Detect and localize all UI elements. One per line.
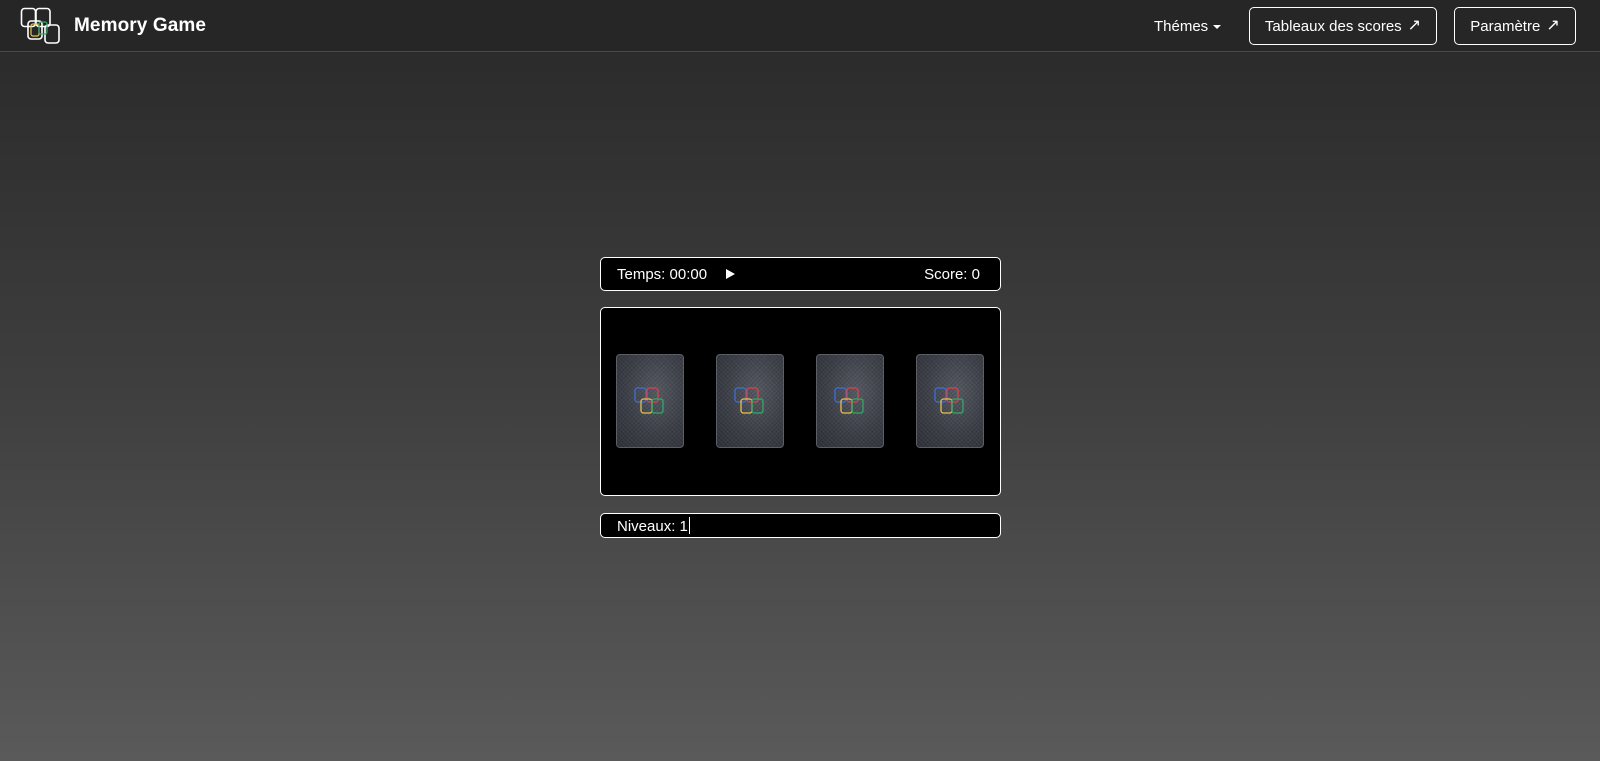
game-board	[600, 307, 1001, 496]
timer-label: Temps: 00:00	[617, 266, 708, 283]
scoreboard-label: Tableaux des scores	[1264, 17, 1402, 35]
settings-button[interactable]: Paramètre ↗	[1454, 7, 1576, 45]
score-label: Score: 0	[924, 266, 980, 283]
card-back-icon	[634, 387, 664, 414]
themes-dropdown[interactable]: Thémes	[1154, 15, 1222, 37]
card-back-icon	[934, 387, 964, 414]
brand-link[interactable]: Memory Game	[20, 7, 206, 45]
external-link-icon: ↗	[1546, 17, 1560, 34]
status-bar: Temps: 00:00 Score: 0	[600, 257, 1001, 291]
memory-card[interactable]	[916, 354, 984, 448]
themes-label: Thémes	[1154, 17, 1209, 35]
card-back-icon	[734, 387, 764, 414]
scoreboard-button[interactable]: Tableaux des scores ↗	[1249, 7, 1437, 45]
level-bar: Niveaux: 1	[600, 513, 1001, 538]
external-link-icon: ↗	[1407, 17, 1422, 34]
level-text: Niveaux: 1	[617, 518, 688, 535]
memory-card[interactable]	[816, 354, 884, 448]
navbar: Memory Game Thémes Tableaux des scores ↗…	[0, 0, 1600, 52]
settings-label: Paramètre	[1470, 17, 1541, 35]
brand-title: Memory Game	[74, 15, 207, 36]
text-cursor	[688, 517, 690, 534]
caret-down-icon	[1213, 25, 1222, 29]
level-label: Niveaux: 1	[617, 517, 690, 535]
cards-logo-icon	[20, 7, 60, 44]
memory-card[interactable]	[616, 354, 684, 448]
play-icon[interactable]	[726, 269, 735, 279]
card-back-icon	[834, 387, 864, 414]
memory-card[interactable]	[716, 354, 784, 448]
